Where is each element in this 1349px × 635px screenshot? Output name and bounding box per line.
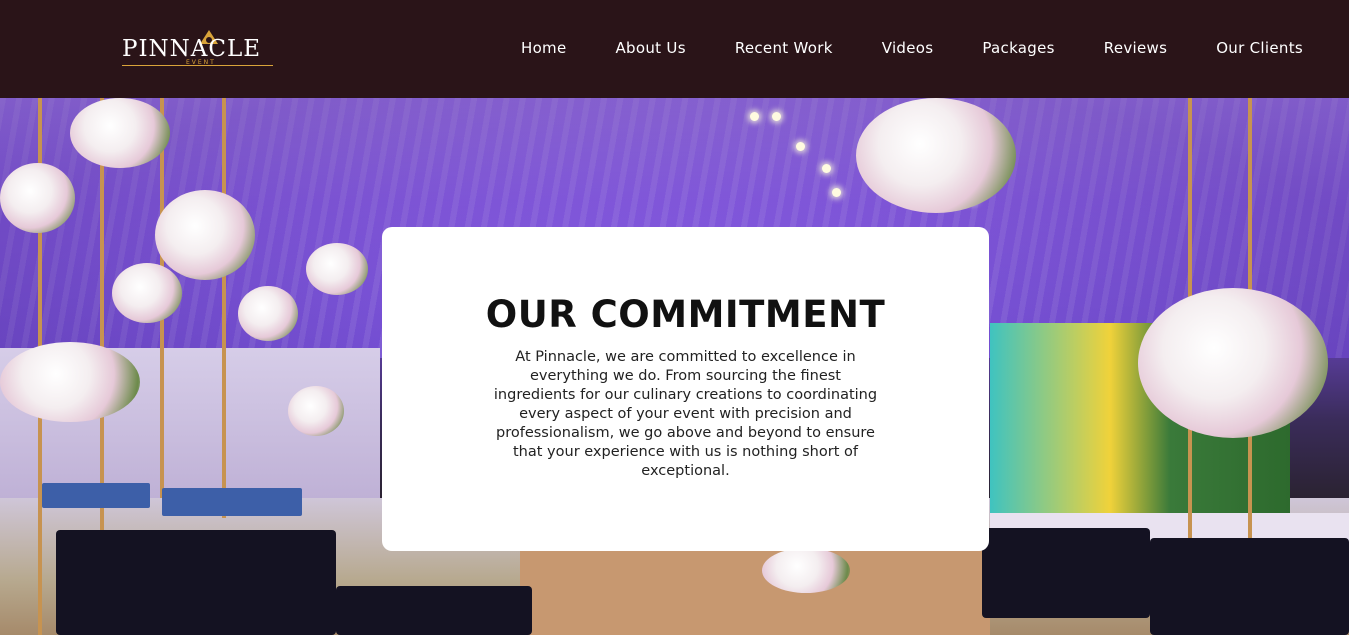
nav-videos[interactable]: Videos: [882, 39, 934, 57]
ceiling-light-icon: [832, 188, 841, 197]
ceiling-light-icon: [822, 164, 831, 173]
commitment-body: At Pinnacle, we are committed to excelle…: [493, 349, 878, 479]
nav-home[interactable]: Home: [521, 39, 567, 57]
flower-arrangement: [288, 386, 344, 436]
flower-arrangement: [856, 98, 1016, 213]
lounge-sofa: [56, 530, 336, 635]
flower-arrangement: [0, 342, 140, 422]
commitment-card: OUR COMMITMENT At Pinnacle, we are commi…: [382, 227, 989, 551]
nav-recent-work[interactable]: Recent Work: [735, 39, 833, 57]
nav-packages[interactable]: Packages: [982, 39, 1054, 57]
ceiling-light-icon: [796, 142, 805, 151]
nav-about-us[interactable]: About Us: [616, 39, 686, 57]
flower-arrangement: [0, 163, 75, 233]
flower-arrangement: [762, 548, 850, 593]
flower-arrangement: [70, 98, 170, 168]
main-nav: Home About Us Recent Work Videos Package…: [521, 39, 1303, 57]
commitment-title: OUR COMMITMENT: [485, 293, 886, 336]
ceiling-light-icon: [772, 112, 781, 121]
flower-arrangement: [112, 263, 182, 323]
pinnacle-logo[interactable]: PINNACLE EVENT: [122, 30, 274, 70]
flower-arrangement: [238, 286, 298, 341]
decor-pole: [222, 98, 226, 518]
lounge-sofa: [1150, 538, 1349, 635]
flower-arrangement: [306, 243, 368, 295]
blue-table: [42, 483, 150, 508]
ceiling-light-icon: [750, 112, 759, 121]
floor-carpet: [520, 538, 990, 635]
nav-reviews[interactable]: Reviews: [1104, 39, 1167, 57]
lounge-sofa: [982, 528, 1150, 618]
site-header: PINNACLE EVENT Home About Us Recent Work…: [0, 0, 1349, 98]
lounge-sofa: [336, 586, 532, 635]
logo-underline: [122, 65, 273, 66]
blue-table: [162, 488, 302, 516]
nav-our-clients[interactable]: Our Clients: [1216, 39, 1303, 57]
flower-arrangement: [155, 190, 255, 280]
flower-arrangement: [1138, 288, 1328, 438]
